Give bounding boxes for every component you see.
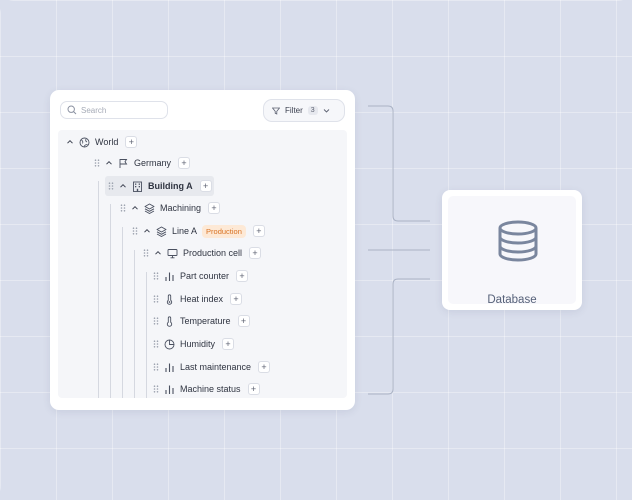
database-card-inner: Database	[448, 196, 576, 306]
drag-handle-icon[interactable]	[153, 340, 159, 348]
add-child-button[interactable]: +	[208, 202, 221, 214]
chevron-up-icon[interactable]	[119, 182, 127, 190]
search-input[interactable]	[81, 105, 161, 115]
bar-chart-icon	[165, 385, 174, 394]
filter-button[interactable]: Filter 3	[263, 99, 345, 122]
chevron-up-icon[interactable]	[66, 138, 74, 146]
filter-icon	[272, 107, 280, 115]
node-label: Humidity	[180, 339, 216, 349]
drag-handle-icon[interactable]	[153, 317, 159, 325]
database-card[interactable]: Database	[442, 190, 582, 310]
tree-guide-line	[122, 227, 123, 398]
node-label: Machine status	[180, 384, 241, 394]
tree-node-production-cell[interactable]: Production cell +	[143, 243, 262, 263]
chevron-up-icon[interactable]	[131, 204, 139, 212]
bar-chart-icon	[165, 363, 174, 372]
add-child-button[interactable]: +	[237, 315, 250, 327]
drag-handle-icon[interactable]	[153, 295, 159, 303]
add-child-button[interactable]: +	[199, 180, 212, 192]
add-child-button[interactable]: +	[247, 383, 260, 395]
node-label: Machining	[160, 203, 202, 213]
add-child-button[interactable]: +	[222, 338, 235, 350]
node-label: Temperature	[180, 316, 231, 326]
add-child-button[interactable]: +	[236, 270, 249, 282]
tree-guide-line	[146, 272, 147, 398]
tree-guide-line	[98, 181, 99, 398]
drag-handle-icon[interactable]	[153, 385, 159, 393]
chevron-down-icon	[323, 109, 330, 113]
asset-tree: World + Germany + Building A + Machining…	[58, 130, 347, 398]
tree-panel: Filter 3 World + Germany +	[50, 90, 355, 410]
bar-chart-icon	[165, 272, 174, 281]
chevron-up-icon[interactable]	[154, 249, 162, 257]
tree-node-machining[interactable]: Machining +	[120, 198, 221, 218]
drag-handle-icon[interactable]	[94, 159, 100, 167]
tree-guide-line	[110, 204, 111, 398]
drag-handle-icon[interactable]	[143, 249, 149, 257]
tree-node-humidity[interactable]: Humidity +	[153, 334, 235, 354]
tree-node-last-maintenance[interactable]: Last maintenance +	[153, 357, 271, 377]
filter-label: Filter	[285, 106, 303, 115]
node-label: Production cell	[183, 248, 243, 258]
node-label: Germany	[134, 158, 172, 168]
node-label: Part counter	[180, 271, 230, 281]
status-badge: Production	[202, 224, 246, 238]
node-label: Building A	[148, 181, 193, 191]
database-icon	[498, 220, 538, 262]
add-child-button[interactable]: +	[252, 225, 265, 237]
layers-icon	[156, 226, 167, 237]
tree-node-germany[interactable]: Germany +	[94, 153, 191, 173]
database-label: Database	[487, 294, 537, 306]
drag-handle-icon[interactable]	[108, 182, 114, 190]
add-child-button[interactable]: +	[249, 247, 262, 259]
chevron-up-icon[interactable]	[105, 159, 113, 167]
node-label: Heat index	[180, 294, 224, 304]
chevron-up-icon[interactable]	[143, 227, 151, 235]
node-label: Line A	[172, 226, 198, 236]
pie-chart-icon	[164, 339, 175, 349]
building-icon	[133, 181, 142, 192]
layers-icon	[144, 203, 155, 214]
tree-node-building-a[interactable]: Building A +	[105, 176, 214, 196]
search-box[interactable]	[60, 101, 168, 119]
tree-node-temperature[interactable]: Temperature +	[153, 311, 250, 331]
drag-handle-icon[interactable]	[132, 227, 138, 235]
search-icon	[67, 105, 77, 115]
filter-count-badge: 3	[307, 106, 318, 115]
thermometer-icon	[166, 293, 173, 305]
add-child-button[interactable]: +	[258, 361, 271, 373]
node-label: Last maintenance	[180, 362, 252, 372]
tree-guide-line	[134, 250, 135, 398]
flag-icon	[119, 158, 128, 168]
tree-node-heat-index[interactable]: Heat index +	[153, 289, 243, 309]
tree-node-part-counter[interactable]: Part counter +	[153, 266, 249, 286]
monitor-icon	[167, 248, 178, 258]
tree-node-world[interactable]: World +	[66, 132, 138, 152]
drag-handle-icon[interactable]	[153, 363, 159, 371]
drag-handle-icon[interactable]	[153, 272, 159, 280]
globe-icon	[79, 137, 90, 147]
tree-node-line-a[interactable]: Line A Production +	[132, 221, 265, 241]
add-child-button[interactable]: +	[230, 293, 243, 305]
tree-node-machine-status[interactable]: Machine status +	[153, 379, 260, 398]
add-child-button[interactable]: +	[125, 136, 138, 148]
drag-handle-icon[interactable]	[120, 204, 126, 212]
thermometer-icon	[166, 315, 173, 327]
node-label: World	[95, 137, 119, 147]
add-child-button[interactable]: +	[178, 157, 191, 169]
